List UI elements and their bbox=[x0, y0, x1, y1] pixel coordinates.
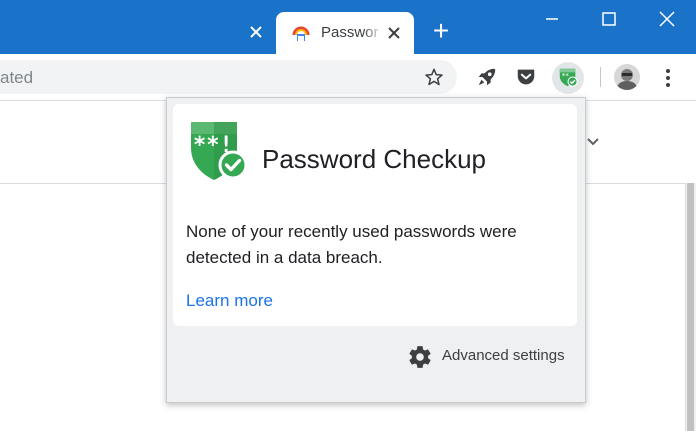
popup-message: None of your recently used passwords wer… bbox=[186, 222, 517, 267]
active-tab[interactable]: Passwor bbox=[276, 12, 414, 54]
advanced-settings-button[interactable]: Advanced settings bbox=[405, 341, 571, 369]
plus-icon: + bbox=[432, 15, 450, 46]
popup-card: **! Password Checkup None of your recent… bbox=[173, 104, 577, 326]
address-bar[interactable]: ated bbox=[0, 60, 457, 94]
new-tab-button[interactable]: + bbox=[429, 17, 453, 45]
gear-icon bbox=[409, 346, 431, 368]
password-checkup-popup: **! Password Checkup None of your recent… bbox=[166, 97, 586, 403]
toolbar: ated bbox=[0, 54, 696, 101]
chevron-down-icon[interactable] bbox=[585, 134, 601, 150]
maximize-button[interactable] bbox=[597, 7, 621, 31]
popup-title: Password Checkup bbox=[262, 144, 486, 174]
rocket-icon[interactable] bbox=[476, 66, 498, 88]
previous-tab-close-button[interactable] bbox=[246, 22, 266, 42]
title-bar: Passwor + bbox=[0, 0, 696, 54]
close-icon bbox=[388, 27, 400, 39]
password-checkup-icon: ** bbox=[559, 68, 578, 87]
minimize-button[interactable] bbox=[540, 7, 564, 31]
toolbar-separator bbox=[600, 67, 601, 87]
shield-check-icon: **! bbox=[191, 122, 248, 180]
tab-title-fade bbox=[364, 20, 382, 46]
tab-close-button[interactable] bbox=[384, 23, 404, 43]
scrollbar-thumb[interactable] bbox=[687, 183, 694, 431]
window-close-button[interactable] bbox=[655, 7, 679, 31]
svg-text:**: ** bbox=[562, 71, 570, 80]
profile-avatar-icon bbox=[614, 64, 640, 90]
advanced-settings-label: Advanced settings bbox=[442, 347, 565, 364]
tab-favicon-icon bbox=[292, 26, 310, 41]
bookmark-star-icon[interactable] bbox=[424, 67, 444, 87]
close-icon bbox=[250, 26, 262, 38]
menu-icon[interactable] bbox=[660, 66, 676, 90]
address-bar-text: ated bbox=[0, 68, 34, 87]
avatar[interactable] bbox=[614, 64, 640, 90]
pocket-icon[interactable] bbox=[515, 66, 537, 88]
learn-more-link[interactable]: Learn more bbox=[186, 291, 273, 311]
